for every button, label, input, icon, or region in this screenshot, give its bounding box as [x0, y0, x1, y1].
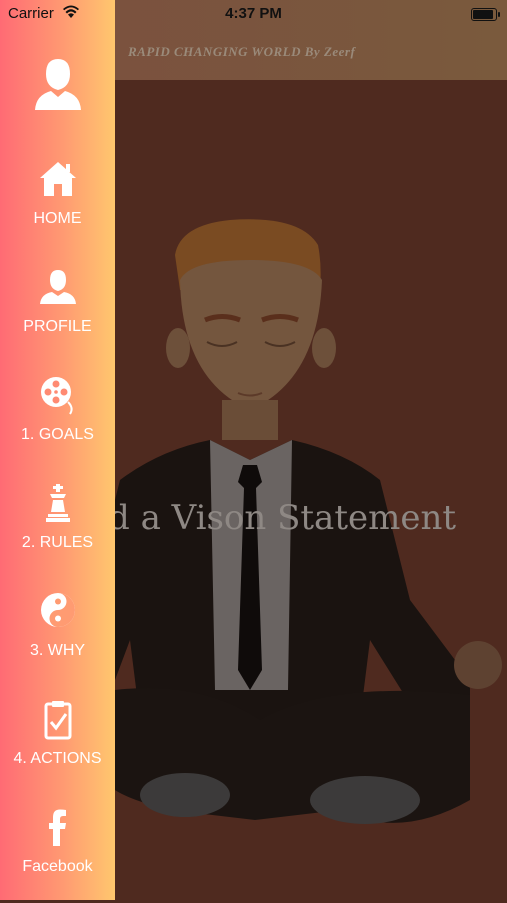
drawer-item-label: 2. RULES [21, 534, 94, 551]
drawer-item-home[interactable]: HOME [0, 160, 115, 255]
home-icon [40, 162, 76, 196]
drawer-item-label: Facebook [22, 858, 93, 875]
vision-statement-text: d a Vison Statement [108, 498, 457, 538]
drawer-item-label: PROFILE [23, 318, 92, 335]
status-bar: Carrier 4:37 PM [0, 0, 507, 28]
drawer-item-label: 4. ACTIONS [13, 750, 102, 767]
drawer-item-label: HOME [33, 210, 82, 227]
chess-icon [46, 484, 70, 522]
drawer-item-facebook[interactable]: Facebook [0, 808, 115, 903]
user-avatar-icon[interactable] [33, 57, 83, 112]
drawer-item-label: 1. GOALS [21, 426, 94, 443]
person-icon [40, 270, 76, 304]
yin-yang-icon [41, 593, 75, 627]
drawer-item-goals[interactable]: 1. GOALS [0, 376, 115, 471]
drawer-item-label: 3. WHY [29, 642, 86, 659]
film-reel-icon [41, 377, 73, 415]
facebook-icon [49, 809, 66, 846]
clock: 4:37 PM [225, 5, 282, 22]
drawer-item-actions[interactable]: 4. ACTIONS [0, 700, 115, 795]
drawer-item-rules[interactable]: 2. RULES [0, 484, 115, 579]
battery-icon [471, 8, 500, 21]
clipboard-check-icon [44, 701, 72, 740]
side-drawer: HOME PROFILE 1. GOALS 2. RULES 3. WHY 4.… [0, 0, 115, 900]
app-title: RAPID CHANGING WORLD By Zeerf [128, 44, 356, 59]
drawer-item-why[interactable]: 3. WHY [0, 592, 115, 687]
drawer-item-profile[interactable]: PROFILE [0, 268, 115, 363]
